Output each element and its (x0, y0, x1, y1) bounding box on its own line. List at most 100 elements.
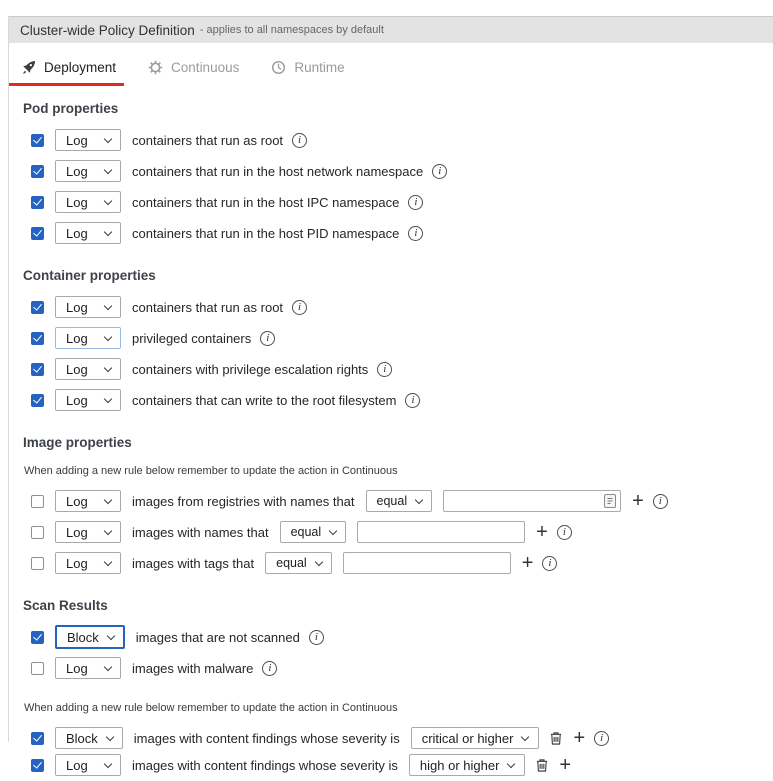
action-select-value: Log (66, 758, 88, 773)
info-icon[interactable]: i (594, 731, 609, 746)
page-subtitle: - applies to all namespaces by default (200, 24, 384, 36)
delete-rule-button[interactable] (536, 759, 548, 772)
tab-deployment[interactable]: Deployment (9, 55, 124, 86)
page-title: Cluster-wide Policy Definition (20, 23, 195, 38)
chevron-down-icon (104, 227, 112, 235)
rule-label: containers that run in the host network … (132, 164, 423, 179)
tab-continuous[interactable]: Continuous (136, 55, 247, 86)
rule-label: images with content findings whose sever… (132, 758, 398, 773)
action-select[interactable]: Log (55, 327, 121, 349)
rule-checkbox[interactable] (31, 332, 44, 345)
policy-rule-row: Logprivileged containersi (23, 327, 773, 349)
info-icon[interactable]: i (377, 362, 392, 377)
action-select-value: Log (66, 494, 88, 509)
policy-rule-row: Logimages with tags thatequal+i (23, 552, 773, 574)
match-select-value: equal (377, 494, 408, 508)
chevron-down-icon (314, 557, 322, 565)
container-rules: Logcontainers that run as rootiLogprivil… (23, 296, 773, 420)
match-select[interactable]: equal (280, 521, 347, 543)
rule-checkbox[interactable] (31, 732, 44, 745)
policy-rule-row: Logcontainers that run as rooti (23, 129, 773, 151)
list-picker-icon[interactable] (604, 494, 616, 508)
rule-checkbox[interactable] (31, 301, 44, 314)
policy-rule-row: Log containers that run in the host PID n… (23, 222, 773, 244)
rule-checkbox[interactable] (31, 363, 44, 376)
action-select[interactable]: Log (55, 296, 121, 318)
continuous-reminder-note: When adding a new rule below remember to… (24, 465, 773, 478)
action-select[interactable]: Block (55, 625, 125, 649)
action-select-value: Block (67, 630, 99, 645)
rule-checkbox[interactable] (31, 662, 44, 675)
rule-label: containers that run in the host PID name… (132, 226, 399, 241)
add-rule-button[interactable]: + (536, 525, 548, 539)
match-select-value: equal (276, 556, 307, 570)
action-select[interactable]: Log (55, 358, 121, 380)
info-icon[interactable]: i (405, 393, 420, 408)
action-select[interactable]: Log (55, 521, 121, 543)
policy-rule-row: Blockimages that are not scannedi (23, 626, 773, 648)
rule-checkbox[interactable] (31, 526, 44, 539)
delete-rule-button[interactable] (550, 732, 562, 745)
policy-rule-row: Logcontainers that run in the host IPC n… (23, 191, 773, 213)
action-select[interactable]: Block (55, 727, 123, 749)
rule-label: images with names that (132, 525, 269, 540)
match-select[interactable]: equal (265, 552, 332, 574)
action-select-value: Block (66, 731, 98, 746)
rule-checkbox[interactable] (31, 557, 44, 570)
tab-runtime[interactable]: Runtime (259, 55, 352, 86)
section-heading: Scan Results (23, 597, 773, 614)
action-select[interactable]: Log (55, 191, 121, 213)
severity-select[interactable]: critical or higher (411, 727, 540, 749)
action-select[interactable]: Log (55, 160, 121, 182)
value-input-wrap (343, 552, 511, 574)
info-icon[interactable]: i (260, 331, 275, 346)
chevron-down-icon (104, 495, 112, 503)
value-input[interactable] (357, 521, 525, 543)
policy-rule-row: Logcontainers that can write to the root… (23, 389, 773, 411)
action-select-value: Log (66, 362, 88, 377)
add-rule-button[interactable]: + (559, 758, 571, 772)
info-icon[interactable]: i (653, 494, 668, 509)
info-icon[interactable]: i (557, 525, 572, 540)
action-select[interactable]: Log (55, 657, 121, 679)
chevron-down-icon (104, 662, 112, 670)
rule-checkbox[interactable] (31, 165, 44, 178)
action-select[interactable]: Log (55, 490, 121, 512)
rule-checkbox[interactable] (31, 134, 44, 147)
severity-select[interactable]: high or higher (409, 754, 526, 776)
chevron-down-icon (104, 759, 112, 767)
action-select[interactable]: Log (55, 129, 121, 151)
action-select[interactable]: Log (55, 389, 121, 411)
info-icon[interactable]: i (408, 195, 423, 210)
rule-checkbox[interactable] (31, 394, 44, 407)
action-select[interactable]: Log (55, 222, 121, 244)
info-icon[interactable]: i (432, 164, 447, 179)
section-container-properties: Container properties Logcontainers that … (9, 267, 773, 420)
info-icon[interactable]: i (408, 226, 423, 241)
info-icon[interactable]: i (309, 630, 324, 645)
clock-icon (271, 60, 286, 75)
rule-checkbox[interactable] (31, 495, 44, 508)
chevron-down-icon (107, 631, 115, 639)
rule-checkbox[interactable] (31, 227, 44, 240)
info-icon[interactable]: i (262, 661, 277, 676)
value-input[interactable] (343, 552, 511, 574)
policy-rule-row: Logimages from registries with names tha… (23, 490, 773, 512)
action-select[interactable]: Log (55, 552, 121, 574)
add-rule-button[interactable]: + (522, 556, 534, 570)
value-input[interactable] (443, 490, 621, 512)
info-icon[interactable]: i (292, 300, 307, 315)
info-icon[interactable]: i (292, 133, 307, 148)
info-icon[interactable]: i (542, 556, 557, 571)
tab-label: Continuous (171, 60, 239, 75)
action-select-value: Log (66, 556, 88, 571)
add-rule-button[interactable]: + (573, 731, 585, 745)
action-select[interactable]: Log (55, 754, 121, 776)
rule-checkbox[interactable] (31, 759, 44, 772)
rule-checkbox[interactable] (31, 631, 44, 644)
rule-label: containers that run as root (132, 300, 283, 315)
rule-checkbox[interactable] (31, 196, 44, 209)
add-rule-button[interactable]: + (632, 494, 644, 508)
match-select[interactable]: equal (366, 490, 433, 512)
value-input-wrap (443, 490, 621, 512)
